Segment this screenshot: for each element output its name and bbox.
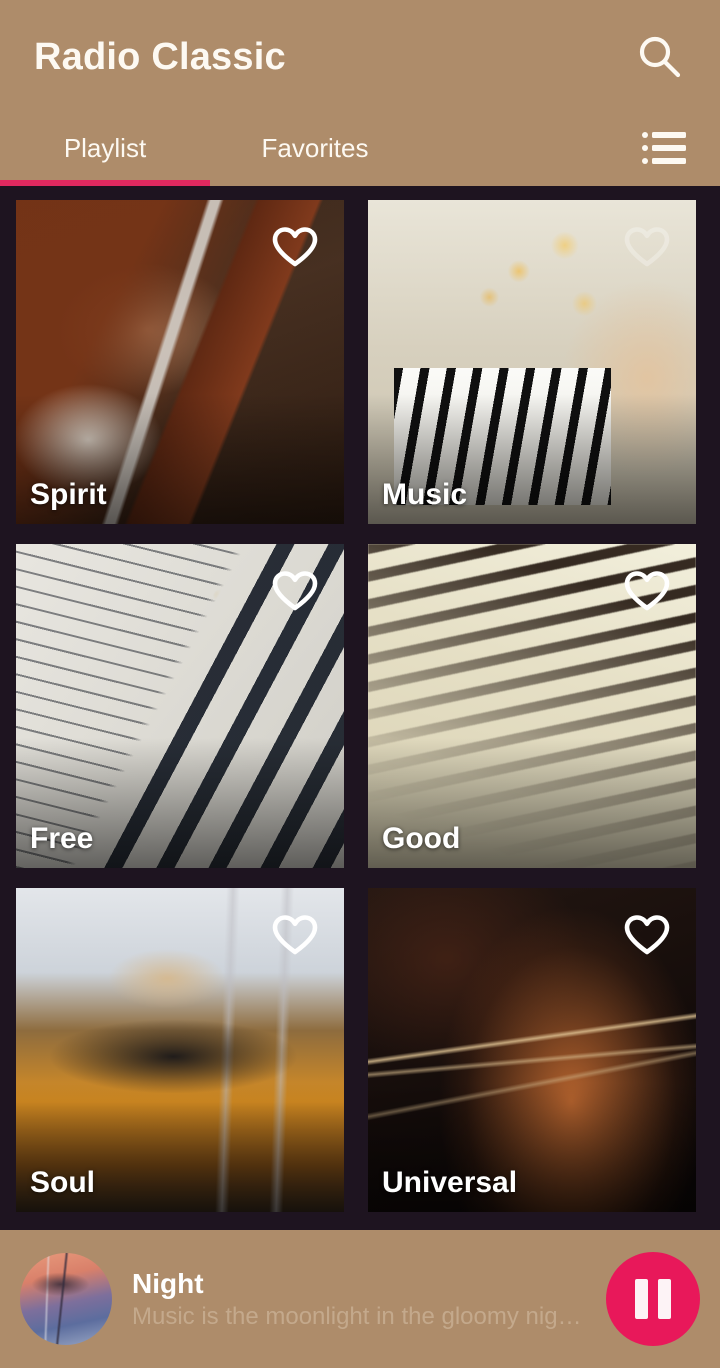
page-title: Radio Classic [34, 36, 286, 78]
tab-favorites-label: Favorites [261, 132, 369, 163]
favorite-heart-icon[interactable] [272, 570, 318, 612]
pause-icon-bar-left [635, 1279, 648, 1319]
search-icon[interactable] [634, 31, 686, 83]
favorite-heart-icon[interactable] [624, 226, 670, 268]
station-title: Music [382, 478, 468, 511]
tab-favorites[interactable]: Favorites [210, 110, 420, 186]
tab-playlist[interactable]: Playlist [0, 110, 210, 186]
station-title: Good [382, 822, 461, 855]
station-card-free[interactable]: Free [16, 544, 344, 868]
station-card-good[interactable]: Good [368, 544, 696, 868]
app-bar-top: Radio Classic [0, 0, 720, 114]
now-playing-meta: Night Music is the moonlight in the gloo… [112, 1266, 606, 1332]
station-card-music[interactable]: Music [368, 200, 696, 524]
pause-icon-bar-right [658, 1279, 671, 1319]
favorite-heart-icon[interactable] [624, 914, 670, 956]
station-title: Spirit [30, 478, 107, 511]
list-view-icon[interactable] [642, 131, 686, 165]
favorite-heart-icon[interactable] [624, 570, 670, 612]
station-card-soul[interactable]: Soul [16, 888, 344, 1212]
station-grid: Spirit Music Free Good Soul Universal [0, 190, 720, 1212]
station-title: Universal [382, 1166, 518, 1199]
favorite-heart-icon[interactable] [272, 226, 318, 268]
app-bar: Radio Classic Playlist Favorites [0, 0, 720, 186]
station-card-spirit[interactable]: Spirit [16, 200, 344, 524]
now-playing-bar[interactable]: Night Music is the moonlight in the gloo… [0, 1230, 720, 1368]
station-card-universal[interactable]: Universal [368, 888, 696, 1212]
tab-playlist-label: Playlist [63, 132, 147, 163]
tab-active-indicator [0, 180, 210, 186]
now-playing-title: Night [132, 1267, 204, 1299]
favorite-heart-icon[interactable] [272, 914, 318, 956]
pause-button[interactable] [606, 1252, 700, 1346]
tab-bar: Playlist Favorites [0, 110, 720, 186]
now-playing-subtitle: Music is the moonlight in the gloomy nig… [132, 1302, 588, 1330]
now-playing-thumbnail[interactable] [20, 1253, 112, 1345]
station-title: Free [30, 822, 94, 855]
app-root: Radio Classic Playlist Favorites Spirit … [0, 0, 720, 1368]
station-title: Soul [30, 1166, 95, 1199]
